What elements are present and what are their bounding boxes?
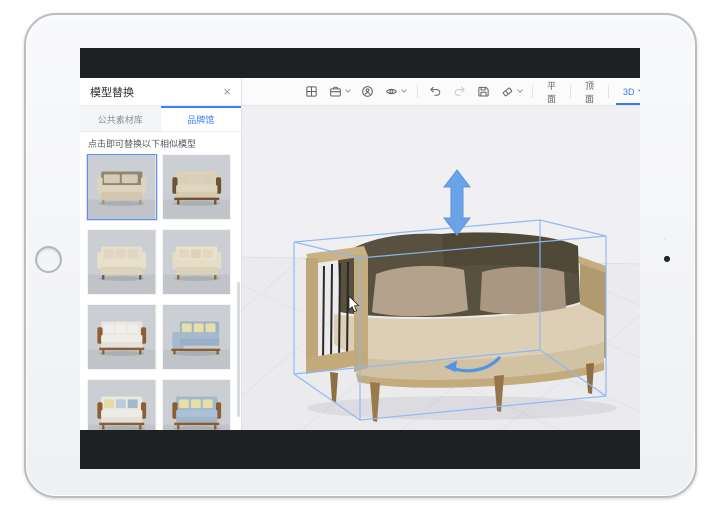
replace-hint: 点击即可替换以下相似模型: [80, 132, 241, 154]
layout-grid-icon: [305, 85, 318, 98]
save-icon: [477, 85, 490, 98]
view-label: 顶面: [585, 79, 594, 105]
home-button[interactable]: [35, 246, 62, 273]
app-window: 模型替换 × 公共素材库 品牌馆 点击即可替换以下相似模型 平面 顶面 3D: [80, 78, 640, 430]
roam-button[interactable]: [356, 81, 379, 103]
view-label: 3D: [623, 87, 635, 97]
sofa-thumbnail-image: [163, 155, 231, 219]
thumbnail-sofa-wood-white-pillows[interactable]: [87, 379, 157, 430]
screen: 模型替换 × 公共素材库 品牌馆 点击即可替换以下相似模型 平面 顶面 3D: [80, 48, 640, 469]
layout-grid-button[interactable]: [300, 81, 323, 103]
thumbnail-sofa-cream-wood-trim[interactable]: [162, 154, 232, 220]
chevron-down-icon: [517, 87, 523, 93]
sofa-thumbnail-image: [163, 230, 231, 294]
eraser-icon: [501, 85, 514, 98]
tool-icon-group: [300, 81, 527, 103]
thumbnail-sofa-cream-curved[interactable]: [162, 229, 232, 295]
save-button[interactable]: [472, 81, 495, 103]
undo-icon: [429, 85, 442, 98]
eraser-button[interactable]: [496, 81, 527, 103]
redo-button: [448, 81, 471, 103]
chevron-down-icon: [401, 87, 407, 93]
tablet-frame: 模型替换 × 公共素材库 品牌馆 点击即可替换以下相似模型 平面 顶面 3D: [24, 13, 697, 498]
toolbar: 平面 顶面 3D: [242, 78, 640, 106]
camera-dot: [664, 256, 670, 262]
thumbnail-grid: [80, 154, 241, 430]
sofa-thumbnail-image: [88, 380, 156, 430]
panel-title: 模型替换: [90, 84, 134, 100]
view-plan-button[interactable]: 平面: [538, 78, 565, 105]
thumbnail-sofa-blue-l-shape[interactable]: [162, 304, 232, 370]
scrollbar-thumb[interactable]: [237, 282, 240, 417]
roam-icon: [361, 85, 374, 98]
thumbnail-sofa-wood-white-striped[interactable]: [87, 304, 157, 370]
toolbox-button[interactable]: [324, 81, 355, 103]
chevron-down-icon: [638, 87, 640, 93]
view-top-button[interactable]: 顶面: [576, 78, 603, 105]
view-3d-button[interactable]: 3D: [614, 78, 640, 105]
tab-brand-hall[interactable]: 品牌馆: [161, 106, 242, 131]
sofa-thumbnail-image: [88, 155, 156, 219]
camera-glint: [663, 237, 667, 241]
redo-icon: [453, 85, 466, 98]
thumbnail-sofa-wood-blue[interactable]: [162, 379, 232, 430]
tab-public-library[interactable]: 公共素材库: [80, 106, 161, 131]
panel-header: 模型替换 ×: [80, 78, 241, 106]
sofa-thumbnail-image: [88, 230, 156, 294]
3d-scene: [242, 106, 640, 430]
sofa-thumbnail-image: [88, 305, 156, 369]
close-icon[interactable]: ×: [223, 85, 231, 98]
visibility-button[interactable]: [380, 81, 411, 103]
3d-viewport[interactable]: [242, 106, 640, 430]
toolbox-icon: [329, 85, 342, 98]
view-switcher: 平面 顶面 3D: [527, 78, 640, 105]
move-vertical-handle[interactable]: [444, 170, 470, 235]
panel-tabs: 公共素材库 品牌馆: [80, 106, 241, 132]
main-area: 平面 顶面 3D: [242, 78, 640, 430]
visibility-icon: [385, 85, 398, 98]
model-replace-panel: 模型替换 × 公共素材库 品牌馆 点击即可替换以下相似模型: [80, 78, 242, 430]
thumbnail-sofa-cream-dark-back[interactable]: [87, 154, 157, 220]
sofa-thumbnail-image: [163, 380, 231, 430]
chevron-down-icon: [345, 87, 351, 93]
panel-scrollbar[interactable]: [237, 158, 240, 428]
thumbnail-sofa-cream-modern[interactable]: [87, 229, 157, 295]
undo-button[interactable]: [424, 81, 447, 103]
view-label: 平面: [547, 79, 556, 105]
sofa-thumbnail-image: [163, 305, 231, 369]
